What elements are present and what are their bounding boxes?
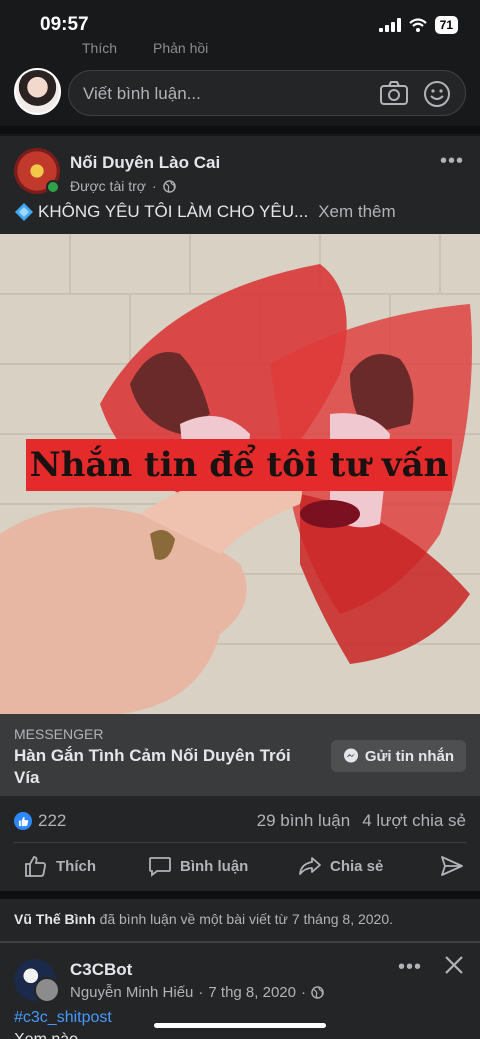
status-time: 09:57 [40,14,89,35]
hashtag-link[interactable]: #c3c_shitpost [14,1009,112,1027]
activity-notice[interactable]: Vũ Thế Bình đã bình luận về một bài viết… [0,899,480,941]
notice-message: đã bình luận về một bài viết từ 7 tháng … [99,911,394,927]
comment-label: Bình luận [180,857,249,875]
page-name[interactable]: Nối Duyên Lào Cai [70,153,220,173]
status-bar: 09:57 71 [0,0,480,50]
send-message-button[interactable]: Gửi tin nhắn [330,740,466,772]
close-icon[interactable] [444,955,464,975]
comment-bar: Viết bình luận... [0,62,480,124]
camera-icon[interactable] [379,80,409,106]
divider [0,126,480,134]
author-avatar[interactable] [34,977,60,1003]
cta-bar[interactable]: MESSENGER Hàn Gắn Tình Cảm Nối Duyên Tró… [0,714,480,796]
more-options-icon[interactable]: ••• [440,150,464,173]
home-indicator[interactable] [154,1023,326,1028]
wifi-icon [408,18,427,32]
like-button[interactable]: Thích [24,854,96,878]
notice-user[interactable]: Vũ Thế Bình [14,911,96,927]
author-name[interactable]: Nguyễn Minh Hiếu [70,984,193,1001]
thumbs-up-icon [25,856,46,877]
signal-icon [378,18,401,32]
diamond-icon [15,203,33,221]
more-options-icon[interactable]: ••• [398,956,422,979]
cta-title: Hàn Gắn Tình Cảm Nối Duyên Trói Vía [14,746,291,787]
sponsored-label[interactable]: Được tài trợ [70,178,146,194]
battery-indicator: 71 [434,16,458,34]
post-text-content: KHÔNG YÊU TÔI LÀM CHO YÊU... [38,202,309,221]
image-banner: Nhắn tin để tôi tư vấn [26,439,452,491]
emoji-icon[interactable] [423,80,451,108]
status-icons: 71 [378,16,458,34]
send-message-label: Gửi tin nhắn [364,747,454,765]
send-icon [441,856,463,876]
divider [0,891,480,899]
previous-reply-link[interactable]: Phản hồi [153,40,208,54]
cta-label: MESSENGER [14,726,104,742]
globe-icon [162,179,176,193]
group-name[interactable]: C3CBot [70,960,132,980]
user-avatar[interactable] [14,68,61,115]
comment-button[interactable]: Bình luận [148,854,248,878]
messenger-icon [343,748,358,763]
notice-text: Vũ Thế Bình đã bình luận về một bài viết… [14,911,393,927]
post-meta: Nguyễn Minh Hiếu · 7 thg 8, 2020 · [70,984,324,1001]
post-actions: Thích Bình luận Chia sẻ [0,850,480,890]
post-date[interactable]: 7 thg 8, 2020 [208,984,296,1001]
post-text: KHÔNG YÊU TÔI LÀM CHO YÊU... Xem thêm [14,202,396,222]
like-label: Thích [56,857,96,875]
globe-icon [311,986,324,999]
sponsored-meta: Được tài trợ · [70,178,176,194]
engagement-counts: 29 bình luận 4 lượt chia sẻ [257,811,466,831]
sponsored-post: Nối Duyên Lào Cai Được tài trợ · ••• KHÔ… [0,136,480,891]
post-text: Xem nào [14,1031,78,1039]
divider [14,842,466,843]
comment-input-placeholder: Viết bình luận... [83,84,201,103]
post-image[interactable]: Nhắn tin để tôi tư vấn [0,234,480,714]
previous-comment-actions: Thích Phản hồi [82,40,208,54]
online-indicator [46,180,60,194]
comment-input[interactable]: Viết bình luận... [68,70,466,116]
share-button[interactable]: Chia sẻ [298,854,383,878]
send-button[interactable] [440,854,464,878]
shares-count[interactable]: 4 lượt chia sẻ [362,811,466,831]
like-reaction-icon [14,812,32,830]
comments-count[interactable]: 29 bình luận [257,811,351,831]
previous-like-link[interactable]: Thích [82,40,117,54]
share-icon [299,857,321,875]
comment-icon [149,857,171,877]
share-label: Chia sẻ [330,857,384,875]
reactions-count: 222 [38,811,67,830]
reactions-summary[interactable]: 222 [14,811,66,831]
see-more-link[interactable]: Xem thêm [318,202,395,222]
